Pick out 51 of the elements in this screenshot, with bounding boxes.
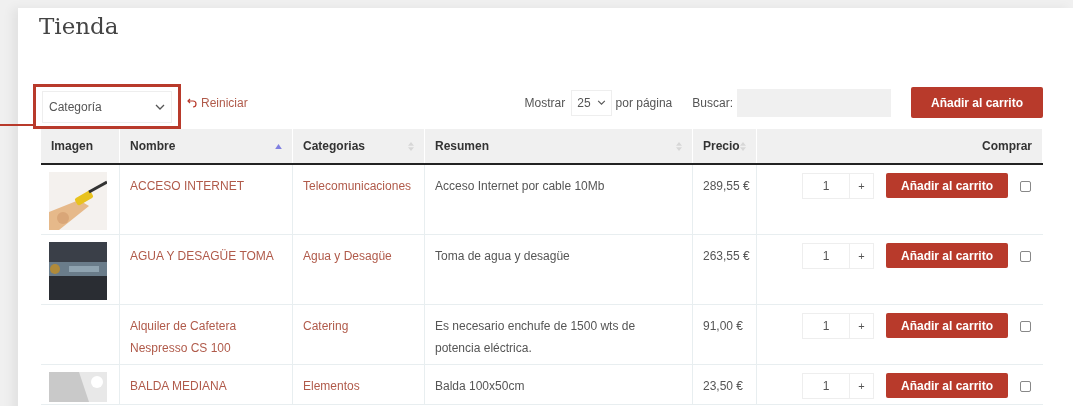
per-page-label: por página — [615, 94, 673, 112]
chevron-down-icon — [596, 100, 606, 105]
plus-button[interactable]: + — [849, 243, 874, 269]
price-text: 23,50 € — [703, 378, 744, 395]
page-title: Tienda — [38, 12, 119, 41]
select-checkbox[interactable] — [1020, 181, 1031, 192]
summary-text: Balda 100x50cm — [435, 378, 525, 395]
column-header[interactable]: Precio — [703, 137, 740, 155]
column-header[interactable]: Resumen — [435, 137, 490, 155]
add-to-cart-button[interactable]: Añadir al carrito — [885, 173, 1008, 198]
show-label: Mostrar — [524, 94, 566, 112]
column-header[interactable]: Nombre — [130, 137, 176, 155]
product-name-link[interactable]: BALDA MEDIANA — [130, 375, 227, 397]
column-header[interactable]: Categorias — [303, 137, 366, 155]
plus-button[interactable]: + — [849, 313, 874, 339]
add-to-cart-button[interactable]: Añadir al carrito — [910, 87, 1043, 118]
summary-text: Acceso Internet por cable 10Mb — [435, 178, 605, 195]
select-checkbox[interactable] — [1020, 251, 1031, 262]
summary-text: Es necesario enchufe de 1500 wts de — [435, 318, 636, 335]
summary-text: Toma de agua y desagüe — [435, 248, 570, 265]
price-text: 263,55 € — [703, 248, 750, 265]
summary-text: potencia eléctrica. — [435, 340, 532, 357]
category-link[interactable]: Catering — [303, 315, 349, 337]
plus-button[interactable]: + — [849, 373, 874, 399]
category-link[interactable]: Elementos — [303, 375, 360, 397]
quantity-field[interactable]: 1 — [801, 173, 850, 199]
plus-button[interactable]: + — [849, 173, 874, 199]
search-label: Buscar: — [692, 94, 733, 112]
quantity-field[interactable]: 1 — [801, 373, 850, 399]
quantity-field[interactable]: 1 — [801, 243, 850, 269]
category-link[interactable]: Agua y Desagüe — [303, 245, 392, 267]
undo-icon — [187, 97, 197, 108]
reset-link[interactable]: Reiniciar — [187, 93, 248, 112]
column-header[interactable]: Comprar — [982, 137, 1032, 155]
chevron-down-icon — [155, 103, 165, 110]
select-checkbox[interactable] — [1020, 321, 1031, 332]
product-name-link[interactable]: ACCESO INTERNET — [130, 175, 244, 197]
add-to-cart-button[interactable]: Añadir al carrito — [885, 243, 1008, 268]
product-name-link[interactable]: Nespresso CS 100 — [130, 337, 231, 359]
product-name-link[interactable]: AGUA Y DESAGÜE TOMA — [130, 245, 274, 267]
column-header[interactable]: Imagen — [51, 137, 93, 155]
category-link[interactable]: Telecomunicaciones — [303, 175, 412, 197]
product-name-link[interactable]: Alquiler de Cafetera — [130, 315, 237, 337]
price-text: 91,00 € — [703, 318, 744, 335]
select-checkbox[interactable] — [1020, 381, 1031, 392]
price-text: 289,55 € — [703, 178, 750, 195]
page-size-select[interactable]: 25 — [571, 89, 612, 116]
category-select[interactable]: Categoría — [42, 90, 172, 123]
quantity-field[interactable]: 1 — [801, 313, 850, 339]
add-to-cart-button[interactable]: Añadir al carrito — [885, 313, 1008, 338]
add-to-cart-button[interactable]: Añadir al carrito — [885, 373, 1008, 398]
